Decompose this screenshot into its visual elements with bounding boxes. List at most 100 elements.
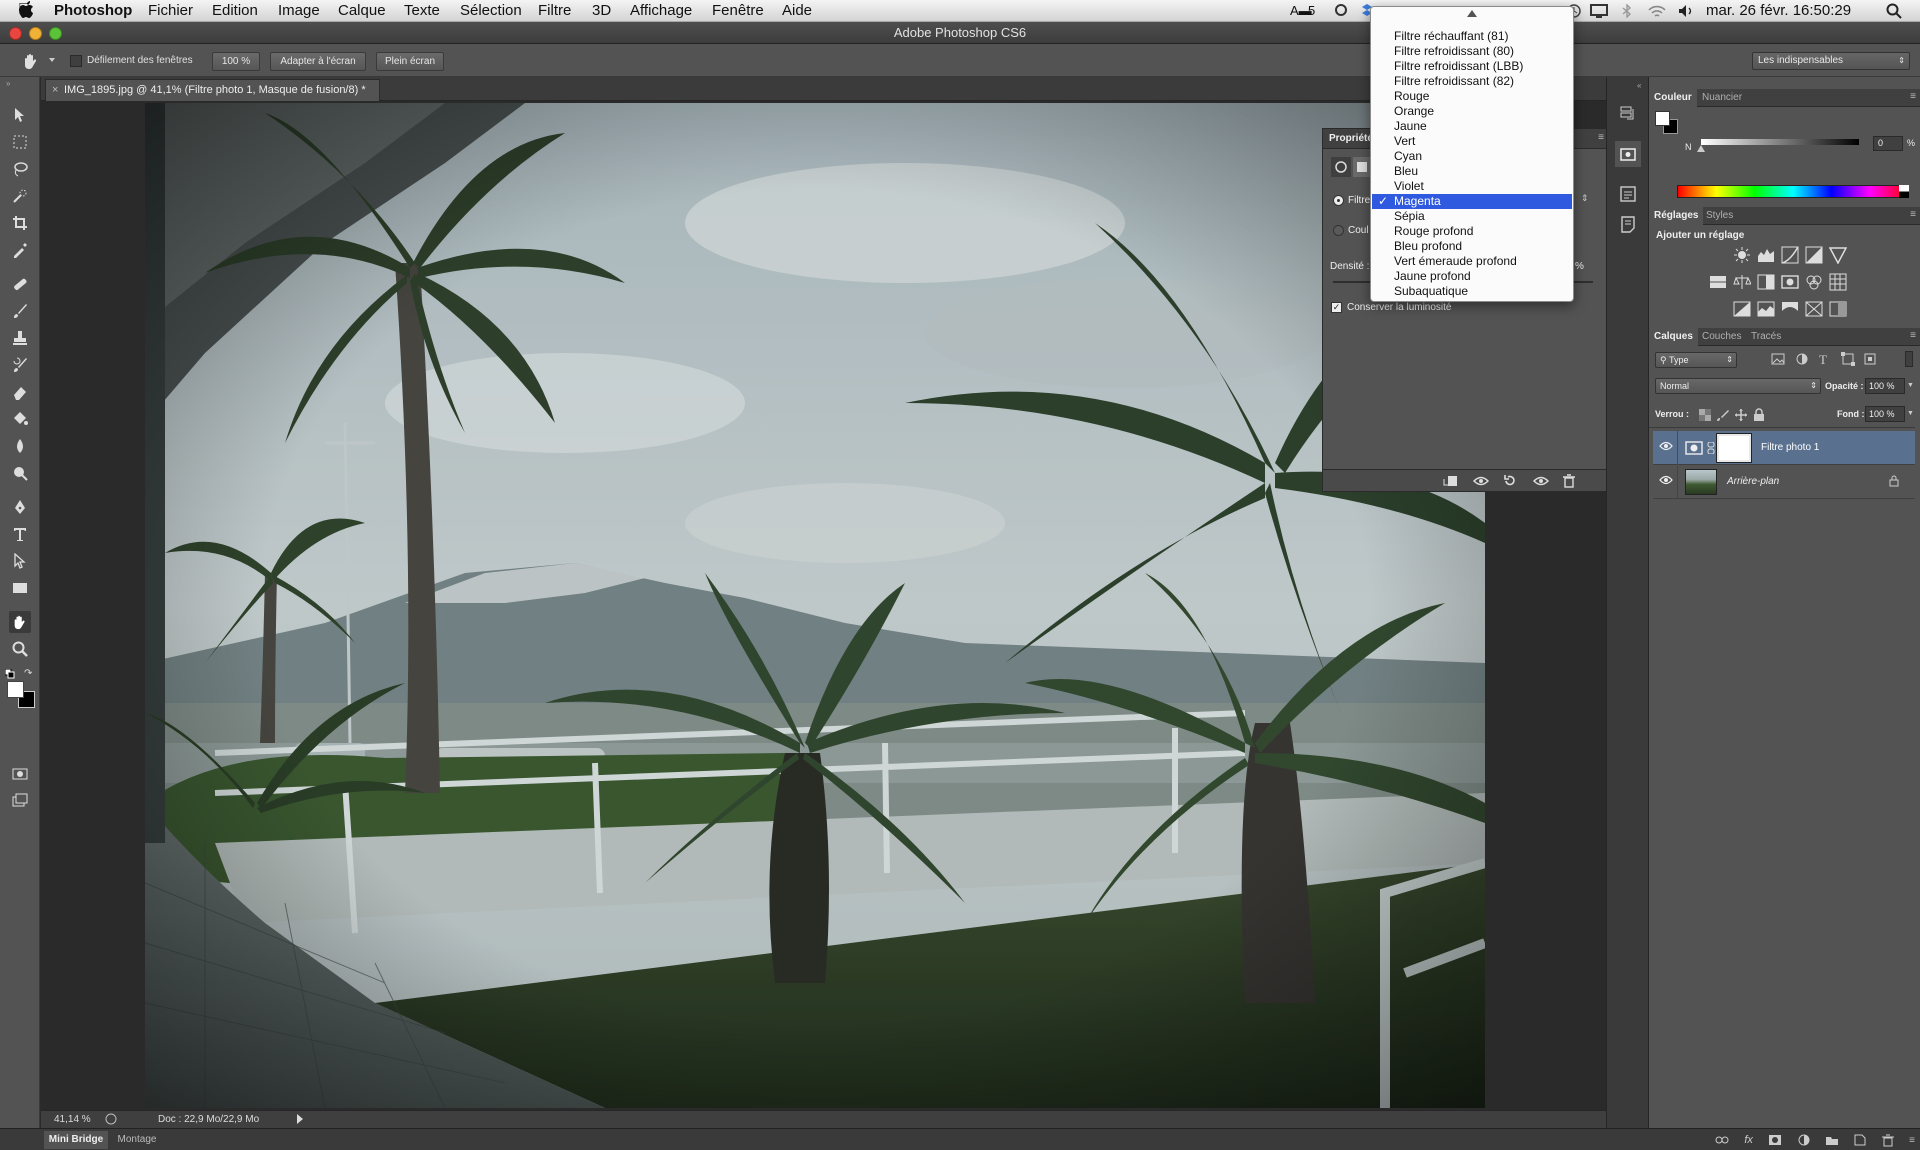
threshold-icon[interactable] bbox=[1781, 300, 1799, 318]
wifi-icon[interactable] bbox=[1648, 5, 1666, 18]
properties-menu-icon[interactable]: ≡ bbox=[1598, 132, 1604, 143]
layer-name[interactable]: Filtre photo 1 bbox=[1761, 442, 1819, 453]
menu-image[interactable]: Image bbox=[278, 2, 320, 19]
properties-panel-icon[interactable] bbox=[1615, 141, 1641, 167]
option-rouge-profond[interactable]: Rouge profond bbox=[1372, 224, 1572, 239]
menu-fenetre[interactable]: Fenêtre bbox=[712, 2, 764, 19]
layer-row-filtre-photo[interactable]: Filtre photo 1 bbox=[1653, 431, 1915, 465]
filter-pixel-layers-icon[interactable] bbox=[1771, 352, 1785, 366]
zoom-100-button[interactable]: 100 % bbox=[212, 52, 260, 71]
notes-panel-icon[interactable] bbox=[1619, 215, 1637, 233]
zoom-level[interactable]: 41,14 % bbox=[54, 1114, 91, 1125]
spotlight-icon[interactable] bbox=[1886, 3, 1902, 19]
status-menu-arrow-icon[interactable] bbox=[297, 1114, 303, 1124]
option-filtre-rechauffant-81[interactable]: Filtre réchauffant (81) bbox=[1372, 29, 1572, 44]
tab-reglages[interactable]: Réglages bbox=[1649, 207, 1704, 225]
option-bleu[interactable]: Bleu bbox=[1372, 164, 1572, 179]
option-rouge[interactable]: Rouge bbox=[1372, 89, 1572, 104]
color-panel-foreground-swatch[interactable] bbox=[1655, 111, 1670, 126]
filter-smart-objects-icon[interactable] bbox=[1863, 352, 1877, 366]
option-vert-emeraude-profond[interactable]: Vert émeraude profond bbox=[1372, 254, 1572, 269]
option-filtre-refroidissant-82[interactable]: Filtre refroidissant (82) bbox=[1372, 74, 1572, 89]
layers-footer-menu-icon[interactable]: ≡ bbox=[1909, 1135, 1915, 1146]
adjustments-panel-menu-icon[interactable]: ≡ bbox=[1910, 209, 1916, 220]
gray-value-input[interactable]: 0 bbox=[1873, 136, 1903, 151]
mask-link-chain-icon[interactable] bbox=[1707, 442, 1715, 454]
volume-icon[interactable] bbox=[1678, 4, 1694, 18]
filter-adjustment-layers-icon[interactable] bbox=[1795, 352, 1809, 366]
blur-tool-icon[interactable] bbox=[9, 435, 31, 457]
menu-filtre[interactable]: Filtre bbox=[538, 2, 571, 19]
layer-thumbnail[interactable] bbox=[1685, 469, 1717, 495]
pen-tool-icon[interactable] bbox=[9, 496, 31, 518]
option-cyan[interactable]: Cyan bbox=[1372, 149, 1572, 164]
new-group-icon[interactable] bbox=[1825, 1135, 1839, 1146]
tab-calques[interactable]: Calques bbox=[1649, 328, 1698, 346]
app-menu[interactable]: Photoshop bbox=[54, 2, 132, 19]
delete-adjustment-icon[interactable] bbox=[1563, 474, 1575, 488]
new-adjustment-layer-icon[interactable] bbox=[1798, 1134, 1810, 1146]
bluetooth-icon[interactable] bbox=[1622, 4, 1632, 18]
layer-filter-toggle[interactable] bbox=[1905, 351, 1913, 367]
option-violet[interactable]: Violet bbox=[1372, 179, 1572, 194]
fill-slider-arrow-icon[interactable]: ▼ bbox=[1907, 406, 1917, 422]
levels-icon[interactable] bbox=[1757, 246, 1775, 264]
menu-selection[interactable]: Sélection bbox=[460, 2, 522, 19]
workspace-select[interactable]: Les indispensables ⇕ bbox=[1752, 52, 1910, 70]
display-icon[interactable] bbox=[1590, 4, 1608, 18]
option-sepia[interactable]: Sépia bbox=[1372, 209, 1572, 224]
tab-mini-bridge[interactable]: Mini Bridge bbox=[44, 1131, 108, 1149]
spectrum-bw-swatch[interactable] bbox=[1899, 185, 1909, 198]
filter-radio[interactable] bbox=[1333, 195, 1344, 206]
clone-stamp-tool-icon[interactable] bbox=[9, 327, 31, 349]
option-jaune[interactable]: Jaune bbox=[1372, 119, 1572, 134]
layers-panel-menu-icon[interactable]: ≡ bbox=[1910, 330, 1916, 341]
layer-row-arriere-plan[interactable]: Arrière-plan bbox=[1653, 465, 1915, 499]
rectangle-tool-icon[interactable] bbox=[9, 577, 31, 599]
blend-mode-select[interactable]: Normal ⇕ bbox=[1655, 378, 1821, 394]
scroll-up-arrow-icon[interactable] bbox=[1467, 10, 1477, 17]
crop-tool-icon[interactable] bbox=[9, 212, 31, 234]
marquee-tool-icon[interactable] bbox=[9, 131, 31, 153]
option-vert[interactable]: Vert bbox=[1372, 134, 1572, 149]
menu-fichier[interactable]: Fichier bbox=[148, 2, 193, 19]
filter-type-layers-icon[interactable]: T bbox=[1819, 352, 1827, 368]
zoom-tool-icon[interactable] bbox=[9, 638, 31, 660]
layer-mask-thumbnail[interactable] bbox=[1716, 433, 1752, 463]
preserve-luminosity-checkbox[interactable]: ✓ bbox=[1331, 302, 1342, 313]
new-layer-icon[interactable] bbox=[1854, 1134, 1866, 1146]
full-screen-button[interactable]: Plein écran bbox=[376, 52, 444, 71]
screen-mode-icon[interactable] bbox=[9, 790, 31, 812]
tab-couleur[interactable]: Couleur bbox=[1649, 89, 1697, 107]
hand-tool-preset-icon[interactable] bbox=[22, 52, 40, 70]
lock-image-pixels-icon[interactable] bbox=[1717, 409, 1729, 421]
menu-3d[interactable]: 3D bbox=[592, 2, 611, 19]
channel-mixer-icon[interactable] bbox=[1805, 273, 1823, 291]
menu-aide[interactable]: Aide bbox=[782, 2, 812, 19]
menubar-clock[interactable]: mar. 26 févr. 16:50:29 bbox=[1706, 2, 1851, 19]
menu-edition[interactable]: Edition bbox=[212, 2, 258, 19]
gray-slider[interactable] bbox=[1701, 139, 1859, 145]
default-colors-icon[interactable] bbox=[5, 669, 15, 679]
quick-selection-tool-icon[interactable] bbox=[9, 185, 31, 207]
link-layers-icon[interactable] bbox=[1715, 1135, 1729, 1145]
hue-saturation-icon[interactable] bbox=[1709, 273, 1727, 291]
tab-couches[interactable]: Couches bbox=[1697, 328, 1746, 346]
tab-montage[interactable]: Montage bbox=[112, 1131, 162, 1149]
path-selection-tool-icon[interactable] bbox=[9, 550, 31, 572]
black-white-icon[interactable] bbox=[1757, 273, 1775, 291]
option-bleu-profond[interactable]: Bleu profond bbox=[1372, 239, 1572, 254]
option-subaquatique[interactable]: Subaquatique bbox=[1372, 284, 1572, 299]
dock-collapse-icon[interactable]: « bbox=[1637, 81, 1641, 90]
paint-bucket-tool-icon[interactable] bbox=[9, 408, 31, 430]
view-previous-state-icon[interactable] bbox=[1473, 474, 1489, 488]
canvas-photo[interactable] bbox=[145, 103, 1485, 1108]
dodge-tool-icon[interactable] bbox=[9, 462, 31, 484]
clip-to-layer-icon[interactable] bbox=[1443, 474, 1459, 488]
move-tool-icon[interactable] bbox=[9, 104, 31, 126]
delete-layer-icon[interactable] bbox=[1881, 1134, 1894, 1147]
share-icon[interactable] bbox=[105, 1113, 117, 1125]
filter-select-chevron-icon[interactable]: ⇕ bbox=[1581, 193, 1601, 207]
tab-nuancier[interactable]: Nuancier bbox=[1697, 89, 1747, 107]
tab-traces[interactable]: Tracés bbox=[1746, 328, 1786, 346]
